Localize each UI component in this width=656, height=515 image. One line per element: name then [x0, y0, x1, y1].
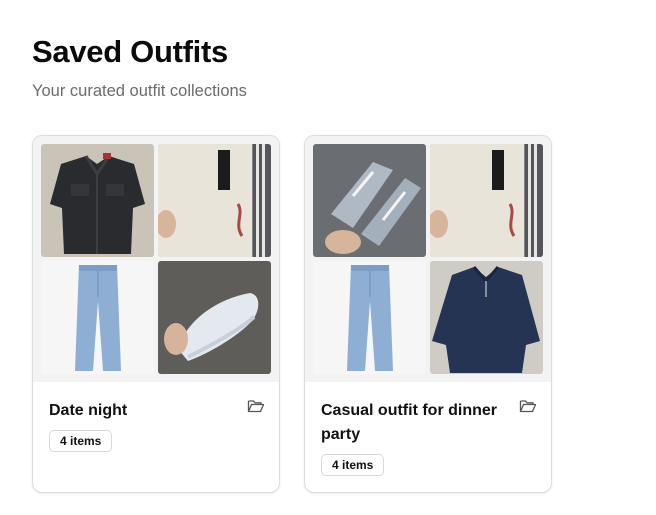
blue-jeans-photo: [313, 261, 426, 374]
outfit-card-casual-dinner[interactable]: Casual outfit for dinner party 4 items: [304, 135, 552, 493]
folder-open-icon[interactable]: [519, 398, 537, 414]
blue-jeans-photo: [41, 261, 154, 374]
white-sneakers-photo: [158, 261, 271, 374]
outfit-card-date-night[interactable]: Date night 4 items: [32, 135, 280, 493]
folder-open-icon[interactable]: [247, 398, 265, 414]
item-count-badge: 4 items: [321, 454, 385, 476]
page-subtitle: Your curated outfit collections: [32, 82, 247, 100]
outfit-image-grid: [305, 136, 551, 382]
page-title: Saved Outfits: [32, 34, 228, 69]
outfit-title: Date night: [49, 402, 128, 419]
navy-sweater-photo: [430, 261, 543, 374]
beige-tshirt-photo: [158, 144, 271, 257]
outfit-title: Casual outfit for dinner party: [321, 402, 497, 443]
beige-tshirt-photo: [430, 144, 543, 257]
outfit-image-grid: [33, 136, 279, 382]
grey-sneakers-photo: [313, 144, 426, 257]
item-count-badge: 4 items: [49, 430, 113, 452]
denim-jacket-photo: [41, 144, 154, 257]
